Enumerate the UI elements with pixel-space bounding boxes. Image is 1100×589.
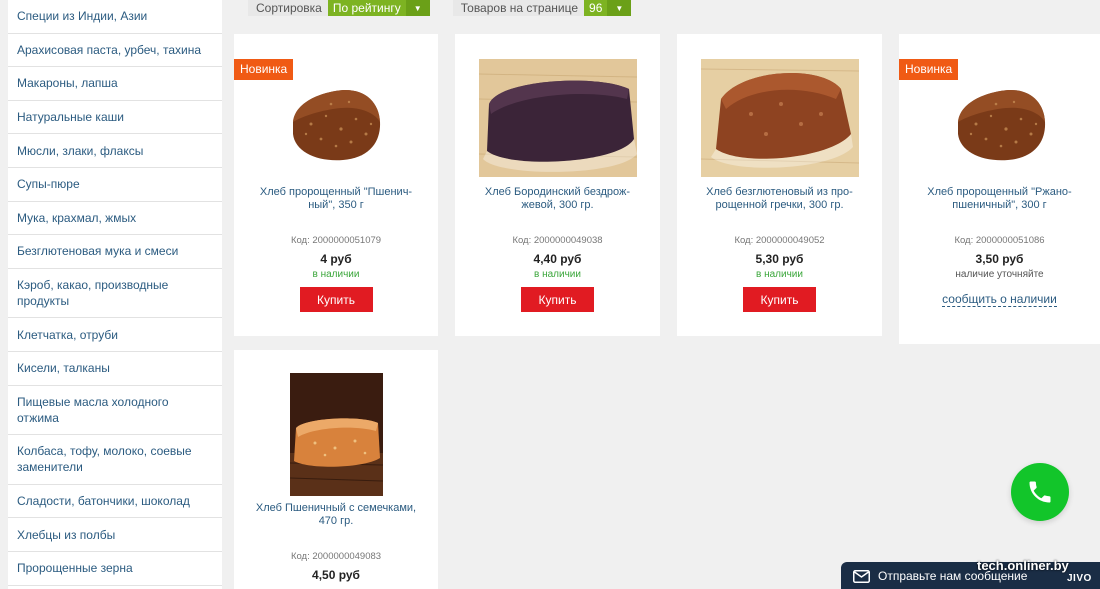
sidebar-item-soy[interactable]: Колбаса, тофу, молоко, соевые заменители: [8, 435, 222, 485]
product-name-link[interactable]: Хлеб пророщенный "Пшенич-ный", 350 г: [252, 186, 420, 212]
stock-status: в наличии: [756, 269, 803, 280]
sidebar-item-carob[interactable]: Кэроб, какао, производные продукты: [8, 269, 222, 319]
sidebar-item-fiber[interactable]: Клетчатка, отруби: [8, 318, 222, 352]
sidebar-item-spelt-bread[interactable]: Хлебцы из полбы: [8, 518, 222, 552]
sidebar-item-muesli[interactable]: Мюсли, злаки, флаксы: [8, 134, 222, 168]
sidebar-item-kissel[interactable]: Кисели, талканы: [8, 352, 222, 386]
stock-status: в наличии: [534, 269, 581, 280]
product-name-link[interactable]: Хлеб Пшеничный с семечками, 470 гр.: [252, 502, 420, 528]
product-price: 4 руб: [320, 252, 352, 266]
stock-status: наличие уточняйте: [955, 269, 1044, 280]
sidebar-item-gluten-free-flour[interactable]: Безглютеновая мука и смеси: [8, 235, 222, 269]
product-image[interactable]: [479, 59, 637, 177]
product-code: Код: 2000000049052: [734, 235, 825, 246]
product-code: Код: 2000000049038: [512, 235, 603, 246]
product-price: 4,50 руб: [312, 568, 360, 582]
sidebar-item-oils[interactable]: Пищевые масла холодного отжима: [8, 386, 222, 436]
buy-button[interactable]: Купить: [743, 287, 816, 312]
product-price: 4,40 руб: [533, 252, 582, 266]
product-card: Хлеб Пшеничный с семечками, 470 гр. Код:…: [234, 350, 438, 589]
product-image[interactable]: [946, 74, 1056, 184]
call-button[interactable]: [1011, 463, 1069, 521]
buy-button[interactable]: Купить: [299, 287, 373, 312]
sort-control[interactable]: Сортировка По рейтингу ▼: [248, 0, 430, 16]
product-code: Код: 2000000049083: [290, 551, 382, 562]
notify-availability-link[interactable]: сообщить о наличии: [899, 292, 1100, 307]
product-name-link[interactable]: Хлеб Бородинский бездрож-жевой, 300 гр.: [473, 186, 642, 212]
sidebar-item-pasta[interactable]: Макароны, лапша: [8, 67, 222, 101]
sidebar-item-sweets[interactable]: Сладости, батончики, шоколад: [8, 485, 222, 519]
jivo-logo: JIVO: [1067, 573, 1092, 584]
notify-availability-label[interactable]: сообщить о наличии: [942, 292, 1057, 307]
stock-status: в наличии: [312, 269, 360, 280]
product-code: Код: 2000000051086: [954, 235, 1045, 246]
product-image[interactable]: [281, 74, 391, 184]
sidebar-item-flour[interactable]: Мука, крахмал, жмых: [8, 202, 222, 236]
sort-label: Сортировка: [256, 1, 322, 15]
product-card: Новинка Хлеб пророщенный "Ржано-пшеничны…: [899, 34, 1100, 344]
sidebar-item-soups[interactable]: Супы-пюре: [8, 168, 222, 202]
product-name-link[interactable]: Хлеб пророщенный "Ржано-пшеничный", 300 …: [917, 186, 1082, 212]
caret-down-icon[interactable]: ▼: [405, 0, 430, 16]
sidebar-item-porridge[interactable]: Натуральные каши: [8, 101, 222, 135]
watermark-text: tech.onliner.by: [977, 558, 1069, 573]
product-card: Хлеб Бородинский бездрож-жевой, 300 гр. …: [455, 34, 660, 336]
caret-down-icon[interactable]: ▼: [607, 0, 632, 16]
sidebar-item-sprouted-grains[interactable]: Пророщенные зерна: [8, 552, 222, 586]
phone-icon: [1029, 481, 1051, 503]
product-price: 5,30 руб: [755, 252, 804, 266]
product-card: Новинка Хлеб пророщенный "Пшенич-ный", 3…: [234, 34, 438, 336]
sidebar-item-peanut-paste[interactable]: Арахисовая паста, урбеч, тахина: [8, 34, 222, 68]
listing-toolbar: Сортировка По рейтингу ▼ Товаров на стра…: [248, 0, 632, 16]
category-sidebar: Специи из Индии, Азии Арахисовая паста, …: [8, 0, 222, 589]
buy-button[interactable]: Купить: [521, 287, 594, 312]
per-page-label: Товаров на странице: [460, 1, 579, 15]
per-page-control[interactable]: Товаров на странице 96 ▼: [452, 0, 632, 16]
per-page-select-value[interactable]: 96: [584, 0, 608, 16]
product-code: Код: 2000000051079: [290, 235, 382, 246]
product-price: 3,50 руб: [975, 252, 1024, 266]
product-name-link[interactable]: Хлеб безглютеновый из про-рощенной гречк…: [695, 186, 864, 212]
product-image[interactable]: [290, 373, 383, 496]
envelope-icon: [853, 569, 870, 583]
product-card: Хлеб безглютеновый из про-рощенной гречк…: [677, 34, 882, 336]
sidebar-item-spices[interactable]: Специи из Индии, Азии: [8, 0, 222, 34]
sort-select-value[interactable]: По рейтингу: [327, 0, 406, 16]
product-image[interactable]: [701, 59, 859, 177]
